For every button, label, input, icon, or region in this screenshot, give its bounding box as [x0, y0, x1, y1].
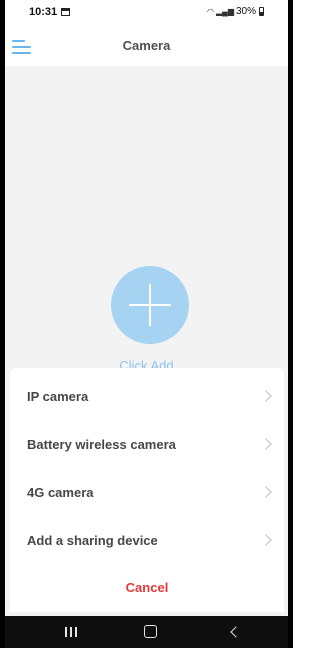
battery-percent: 30% — [235, 6, 256, 17]
battery-icon — [259, 7, 264, 16]
signal-icon: ▂▄▆ — [216, 7, 234, 16]
sheet-item-add-sharing-device[interactable]: Add a sharing device — [10, 516, 284, 564]
add-device-sheet: IP camera Battery wireless camera 4G cam… — [10, 368, 284, 612]
app-header: Camera — [5, 26, 288, 66]
chevron-right-icon — [260, 438, 272, 450]
cancel-button[interactable]: Cancel — [10, 568, 284, 608]
status-time: 10:31 — [29, 6, 58, 18]
calendar-icon — [61, 8, 70, 16]
chevron-right-icon — [260, 534, 272, 546]
device-frame: 10:31 ◠ ▂▄▆ 30% Camera Click Add IP came… — [0, 0, 293, 648]
chevron-right-icon — [260, 390, 272, 402]
sheet-item-ip-camera[interactable]: IP camera — [10, 372, 284, 420]
sheet-item-label: Battery wireless camera — [27, 437, 176, 452]
add-camera-button[interactable] — [111, 266, 189, 344]
system-nav-bar — [5, 616, 288, 648]
recents-icon[interactable] — [65, 627, 77, 637]
wifi-icon: ◠ — [207, 7, 214, 16]
sheet-item-label: IP camera — [27, 389, 89, 404]
back-icon[interactable] — [230, 626, 242, 638]
status-indicators: ◠ ▂▄▆ 30% — [207, 6, 264, 17]
sheet-item-battery-wireless-camera[interactable]: Battery wireless camera — [10, 420, 284, 468]
home-icon[interactable] — [144, 625, 157, 638]
screen: 10:31 ◠ ▂▄▆ 30% Camera Click Add IP came… — [5, 0, 288, 648]
chevron-right-icon — [260, 486, 272, 498]
sheet-item-4g-camera[interactable]: 4G camera — [10, 468, 284, 516]
sheet-item-label: Add a sharing device — [27, 533, 158, 548]
status-bar: 10:31 ◠ ▂▄▆ 30% — [5, 0, 288, 26]
page-title: Camera — [122, 38, 171, 53]
sheet-item-label: 4G camera — [27, 485, 94, 500]
